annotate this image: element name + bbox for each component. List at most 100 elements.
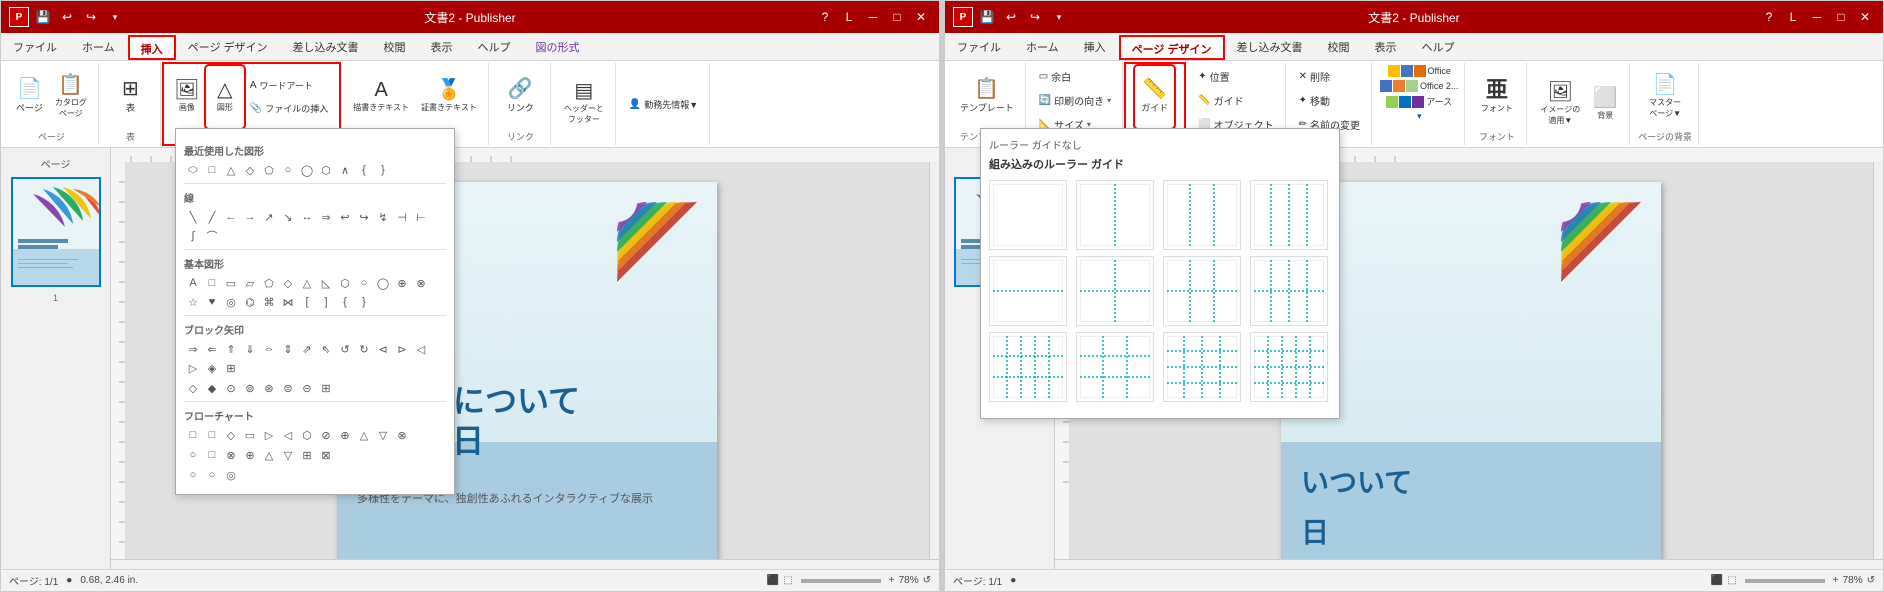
left-tab-help[interactable]: ヘルプ [466,33,524,60]
fc3-2[interactable]: ○ [203,466,221,484]
ba2-3[interactable]: ⊙ [222,379,240,397]
guide-item-2col-h[interactable] [1163,256,1241,326]
fc2-3[interactable]: ⊗ [222,446,240,464]
basic-oval2[interactable]: ◯ [374,274,392,292]
right-btn-margin[interactable]: ▭ 余白 [1034,65,1076,87]
left-btn-header[interactable]: ▤ ヘッダーとフッター [559,73,609,133]
right-help-btn[interactable]: ? [1759,7,1779,27]
fc-5[interactable]: ▷ [260,426,278,444]
line-arrow-r[interactable]: → [241,208,259,226]
fc2-7[interactable]: ⊞ [298,446,316,464]
left-btn-drawtext[interactable]: A 描書きテキスト [348,67,414,127]
line-fat-r[interactable]: ⇒ [317,208,335,226]
right-layout-btn2[interactable]: ⬚ [1727,575,1736,586]
guide-item-4x3[interactable] [1163,332,1241,402]
line-bracket-l[interactable]: ⊣ [393,208,411,226]
basic-rt-triangle[interactable]: ◺ [317,274,335,292]
shape-brace-l[interactable]: { [355,161,373,179]
right-tab-insert[interactable]: 挿入 [1072,33,1119,60]
fc-2[interactable]: □ [203,426,221,444]
shape-ellipse[interactable]: ⬭ [184,161,202,179]
ba-ur[interactable]: ⇗ [298,340,316,358]
right-vscroll[interactable] [1873,162,1883,559]
left-close-btn[interactable]: ✕ [911,7,931,27]
basic-text[interactable]: A [184,274,202,292]
ba2-4[interactable]: ⊚ [241,379,259,397]
right-save-btn[interactable]: 💾 [977,7,997,27]
fc2-8[interactable]: ⊠ [317,446,335,464]
left-btn-catalog[interactable]: 📋 カタログページ [50,67,92,127]
fc-9[interactable]: ⊕ [336,426,354,444]
basic-circle[interactable]: ○ [355,274,373,292]
basic-bracket-sq-l[interactable]: [ [298,293,316,311]
basic-bowtie[interactable]: ⋈ [279,293,297,311]
fc-1[interactable]: □ [184,426,202,444]
fc-10[interactable]: △ [355,426,373,444]
left-redo-btn[interactable]: ↪ [81,7,101,27]
line-curve-r[interactable]: ↪ [355,208,373,226]
left-layout-btn2[interactable]: ⬚ [783,575,792,586]
line-double[interactable]: ↔ [298,208,316,226]
ba-diamond3[interactable]: ◈ [203,359,221,377]
left-save-btn[interactable]: 💾 [33,7,53,27]
basic-star[interactable]: ☆ [184,293,202,311]
right-minimize-btn[interactable]: ─ [1807,7,1827,27]
left-tab-file[interactable]: ファイル [1,33,70,60]
fc2-5[interactable]: △ [260,446,278,464]
line-curve-l[interactable]: ↩ [336,208,354,226]
left-tab-view[interactable]: 表示 [419,33,466,60]
basic-xmark[interactable]: ⊗ [412,274,430,292]
shape-caret[interactable]: ∧ [336,161,354,179]
shape-rect[interactable]: □ [203,161,221,179]
right-tab-help[interactable]: ヘルプ [1410,33,1468,60]
guide-item-none[interactable] [989,180,1067,250]
ba-ccw[interactable]: ↺ [336,340,354,358]
left-user-btn[interactable]: L [839,7,859,27]
left-tab-mailings[interactable]: 差し込み文書 [281,33,372,60]
right-btn-font[interactable]: 亜 フォント [1476,67,1518,127]
fc3-1[interactable]: ○ [184,466,202,484]
right-zoom-plus[interactable]: + [1833,575,1839,586]
line-arrow-dr[interactable]: ↘ [279,208,297,226]
ba2-1[interactable]: ◇ [184,379,202,397]
right-btn-guide[interactable]: 📏 ガイド [1136,67,1173,127]
ba-down[interactable]: ⇓ [241,340,259,358]
line-elbow[interactable]: ↯ [374,208,392,226]
ba-ul[interactable]: ⇖ [317,340,335,358]
left-undo-btn[interactable]: ↩ [57,7,77,27]
shape-pentagon[interactable]: ⬠ [260,161,278,179]
line-arrow-l[interactable]: ← [222,208,240,226]
right-btn-background[interactable]: ⬜ 背景 [1587,74,1623,134]
ba-grid[interactable]: ⊞ [222,359,240,377]
basic-parallelogram[interactable]: ▱ [241,274,259,292]
right-tab-review[interactable]: 校閲 [1316,33,1363,60]
ba2-8[interactable]: ⊞ [317,379,335,397]
left-vscroll[interactable] [929,162,939,559]
basic-rect[interactable]: ▭ [222,274,240,292]
ba-up[interactable]: ⇑ [222,340,240,358]
fc2-6[interactable]: ▽ [279,446,297,464]
basic-square[interactable]: □ [203,274,221,292]
left-tab-pagedesign[interactable]: ページ デザイン [176,33,281,60]
fc3-3[interactable]: ◎ [222,466,240,484]
color-scheme-office2[interactable]: Office 2... [1380,80,1458,92]
left-btn-link[interactable]: 🔗 リンク [502,67,539,127]
left-maximize-btn[interactable]: □ [887,7,907,27]
line-diag2[interactable]: ╱ [203,208,221,226]
fc-11[interactable]: ▽ [374,426,392,444]
ba-notch-r[interactable]: ⊳ [393,340,411,358]
basic-triangle2[interactable]: △ [298,274,316,292]
shape-hex[interactable]: ⬡ [317,161,335,179]
left-zoom-plus[interactable]: + [889,575,895,586]
guide-item-center-h[interactable] [989,256,1067,326]
colors-dropdown-btn[interactable]: ▾ [1417,111,1422,122]
guide-item-4v-2h[interactable] [989,332,1067,402]
left-page-thumb-1[interactable] [11,177,101,287]
left-tab-review[interactable]: 校閲 [372,33,419,60]
right-btn-move[interactable]: ✦ 移動 [1294,89,1335,111]
right-btn-template[interactable]: 📋 テンプレート [955,67,1019,127]
ba-tri-r[interactable]: ▷ [184,359,202,377]
right-qat-more[interactable]: ▾ [1049,7,1069,27]
left-btn-fileinsert[interactable]: 📎 ファイルの挿入 [245,97,333,119]
basic-hex2[interactable]: ⬡ [336,274,354,292]
